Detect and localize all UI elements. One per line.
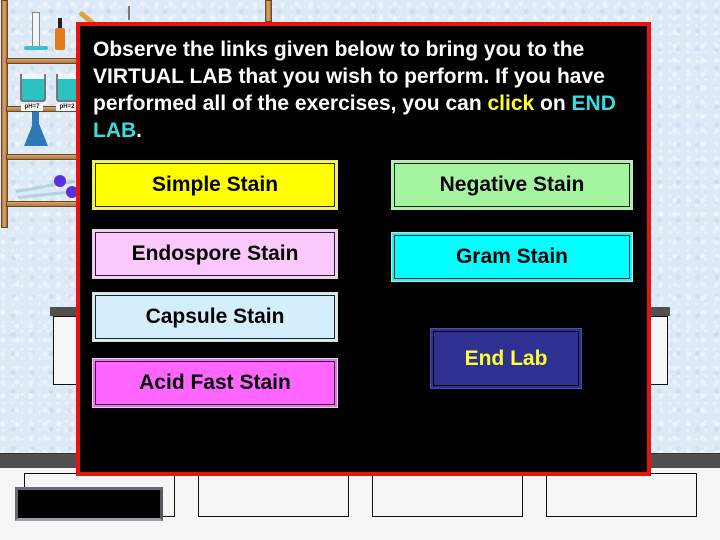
bench-side-right xyxy=(648,316,668,385)
ph-label: pH=7 xyxy=(21,104,43,111)
rubber-bulb-icon xyxy=(54,175,66,187)
instruction-text-on: on xyxy=(534,92,572,115)
black-display-panel xyxy=(15,487,163,521)
beaker-ph7-icon xyxy=(20,74,46,102)
acid-fast-stain-button[interactable]: Acid Fast Stain xyxy=(92,358,338,408)
instruction-text: Observe the links given below to bring y… xyxy=(93,36,633,144)
graduated-cylinder-icon xyxy=(32,12,40,48)
instruction-text-period: . xyxy=(136,119,143,142)
end-lab-button[interactable]: End Lab xyxy=(430,328,582,389)
endospore-stain-button[interactable]: Endospore Stain xyxy=(92,229,338,279)
bench-drawer xyxy=(198,473,349,517)
shelf-post-right xyxy=(265,0,272,22)
bench-drawer xyxy=(372,473,523,517)
dropper-bottle-icon xyxy=(55,28,65,50)
bench-side-left xyxy=(53,316,78,385)
capsule-stain-button[interactable]: Capsule Stain xyxy=(92,292,338,342)
gram-stain-button[interactable]: Gram Stain xyxy=(391,232,633,282)
shelf-board xyxy=(6,201,78,207)
negative-stain-button[interactable]: Negative Stain xyxy=(391,160,633,210)
simple-stain-button[interactable]: Simple Stain xyxy=(92,160,338,210)
shelf-post-left xyxy=(1,0,8,228)
graduated-cylinder-base xyxy=(24,46,48,50)
funnel-flask-icon xyxy=(24,116,48,146)
instruction-highlight-click: click xyxy=(487,92,535,115)
shelf-board xyxy=(6,154,78,160)
ph-label: pH=2 xyxy=(56,104,78,111)
virtual-lab-menu-dialog: Observe the links given below to bring y… xyxy=(76,22,651,476)
dropper-bottle-cap xyxy=(58,18,62,28)
bench-drawer xyxy=(546,473,697,517)
shelf-board xyxy=(6,58,78,64)
burette-clamp-icon xyxy=(128,6,130,20)
